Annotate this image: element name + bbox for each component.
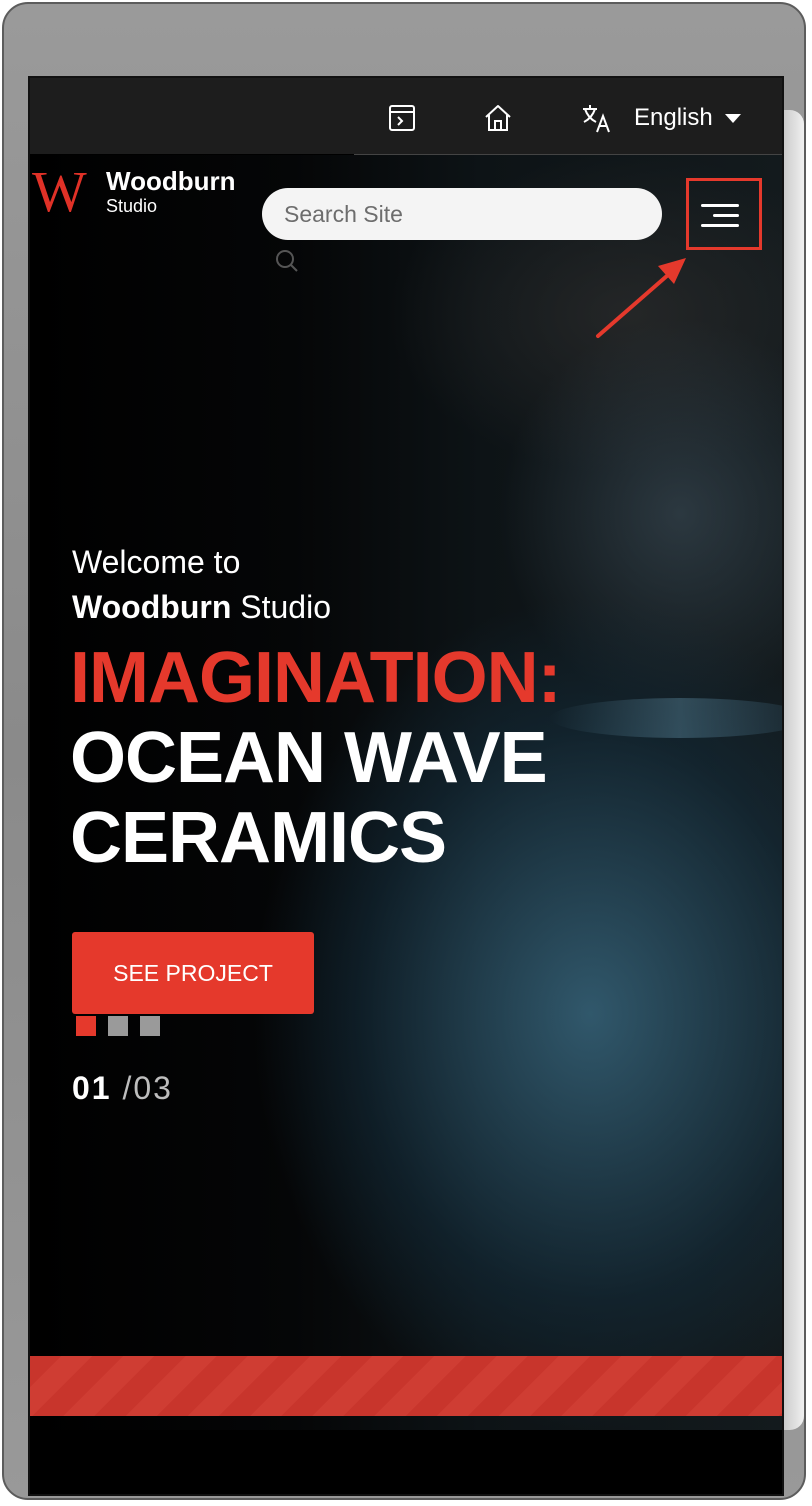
slider-dot-3[interactable] bbox=[140, 1016, 160, 1036]
menu-line-icon bbox=[701, 224, 739, 227]
see-project-button[interactable]: SEE PROJECT bbox=[72, 932, 314, 1014]
hero-headline: OCEAN WAVE CERAMICS bbox=[70, 718, 548, 878]
menu-line-icon bbox=[701, 204, 739, 207]
brand-subtitle: Studio bbox=[106, 196, 158, 216]
hero-welcome-brand: Woodburn Studio bbox=[72, 589, 331, 626]
slide-total: 03 bbox=[133, 1070, 173, 1106]
slider-dot-1[interactable] bbox=[76, 1016, 96, 1036]
top-bar: English bbox=[30, 78, 782, 155]
slider-dot-2[interactable] bbox=[108, 1016, 128, 1036]
hero-headline-accent: IMAGINATION: bbox=[70, 638, 562, 718]
home-icon[interactable] bbox=[482, 102, 514, 134]
app-screen: English W Woodburn Studio Welcome to Woo… bbox=[28, 76, 784, 1496]
translate-icon[interactable] bbox=[580, 102, 612, 134]
hero-welcome-line: Welcome to bbox=[72, 544, 241, 580]
hamburger-menu-button[interactable] bbox=[686, 178, 762, 250]
bottom-accent-stripe bbox=[30, 1356, 782, 1416]
brand-name: Woodburn bbox=[106, 166, 236, 196]
slide-current: 01 bbox=[72, 1070, 112, 1106]
hero-brand-suffix: Studio bbox=[231, 589, 331, 625]
menu-line-icon bbox=[713, 214, 739, 217]
device-side-edge bbox=[782, 110, 804, 1430]
search-icon[interactable] bbox=[274, 248, 300, 274]
slide-separator: / bbox=[122, 1070, 134, 1106]
hero-brand-bold: Woodburn bbox=[72, 589, 232, 625]
annotation-arrow-icon bbox=[596, 258, 686, 338]
brand-logo[interactable]: W bbox=[32, 163, 92, 221]
search-input[interactable] bbox=[262, 188, 662, 240]
language-selector[interactable]: English bbox=[634, 100, 741, 136]
slide-counter: 01 /03 bbox=[72, 1070, 173, 1107]
language-label: English bbox=[634, 104, 713, 131]
terminal-icon[interactable] bbox=[386, 102, 418, 134]
topbar-divider bbox=[30, 154, 354, 155]
chevron-down-icon bbox=[724, 113, 741, 123]
slider-dots bbox=[76, 1016, 160, 1036]
